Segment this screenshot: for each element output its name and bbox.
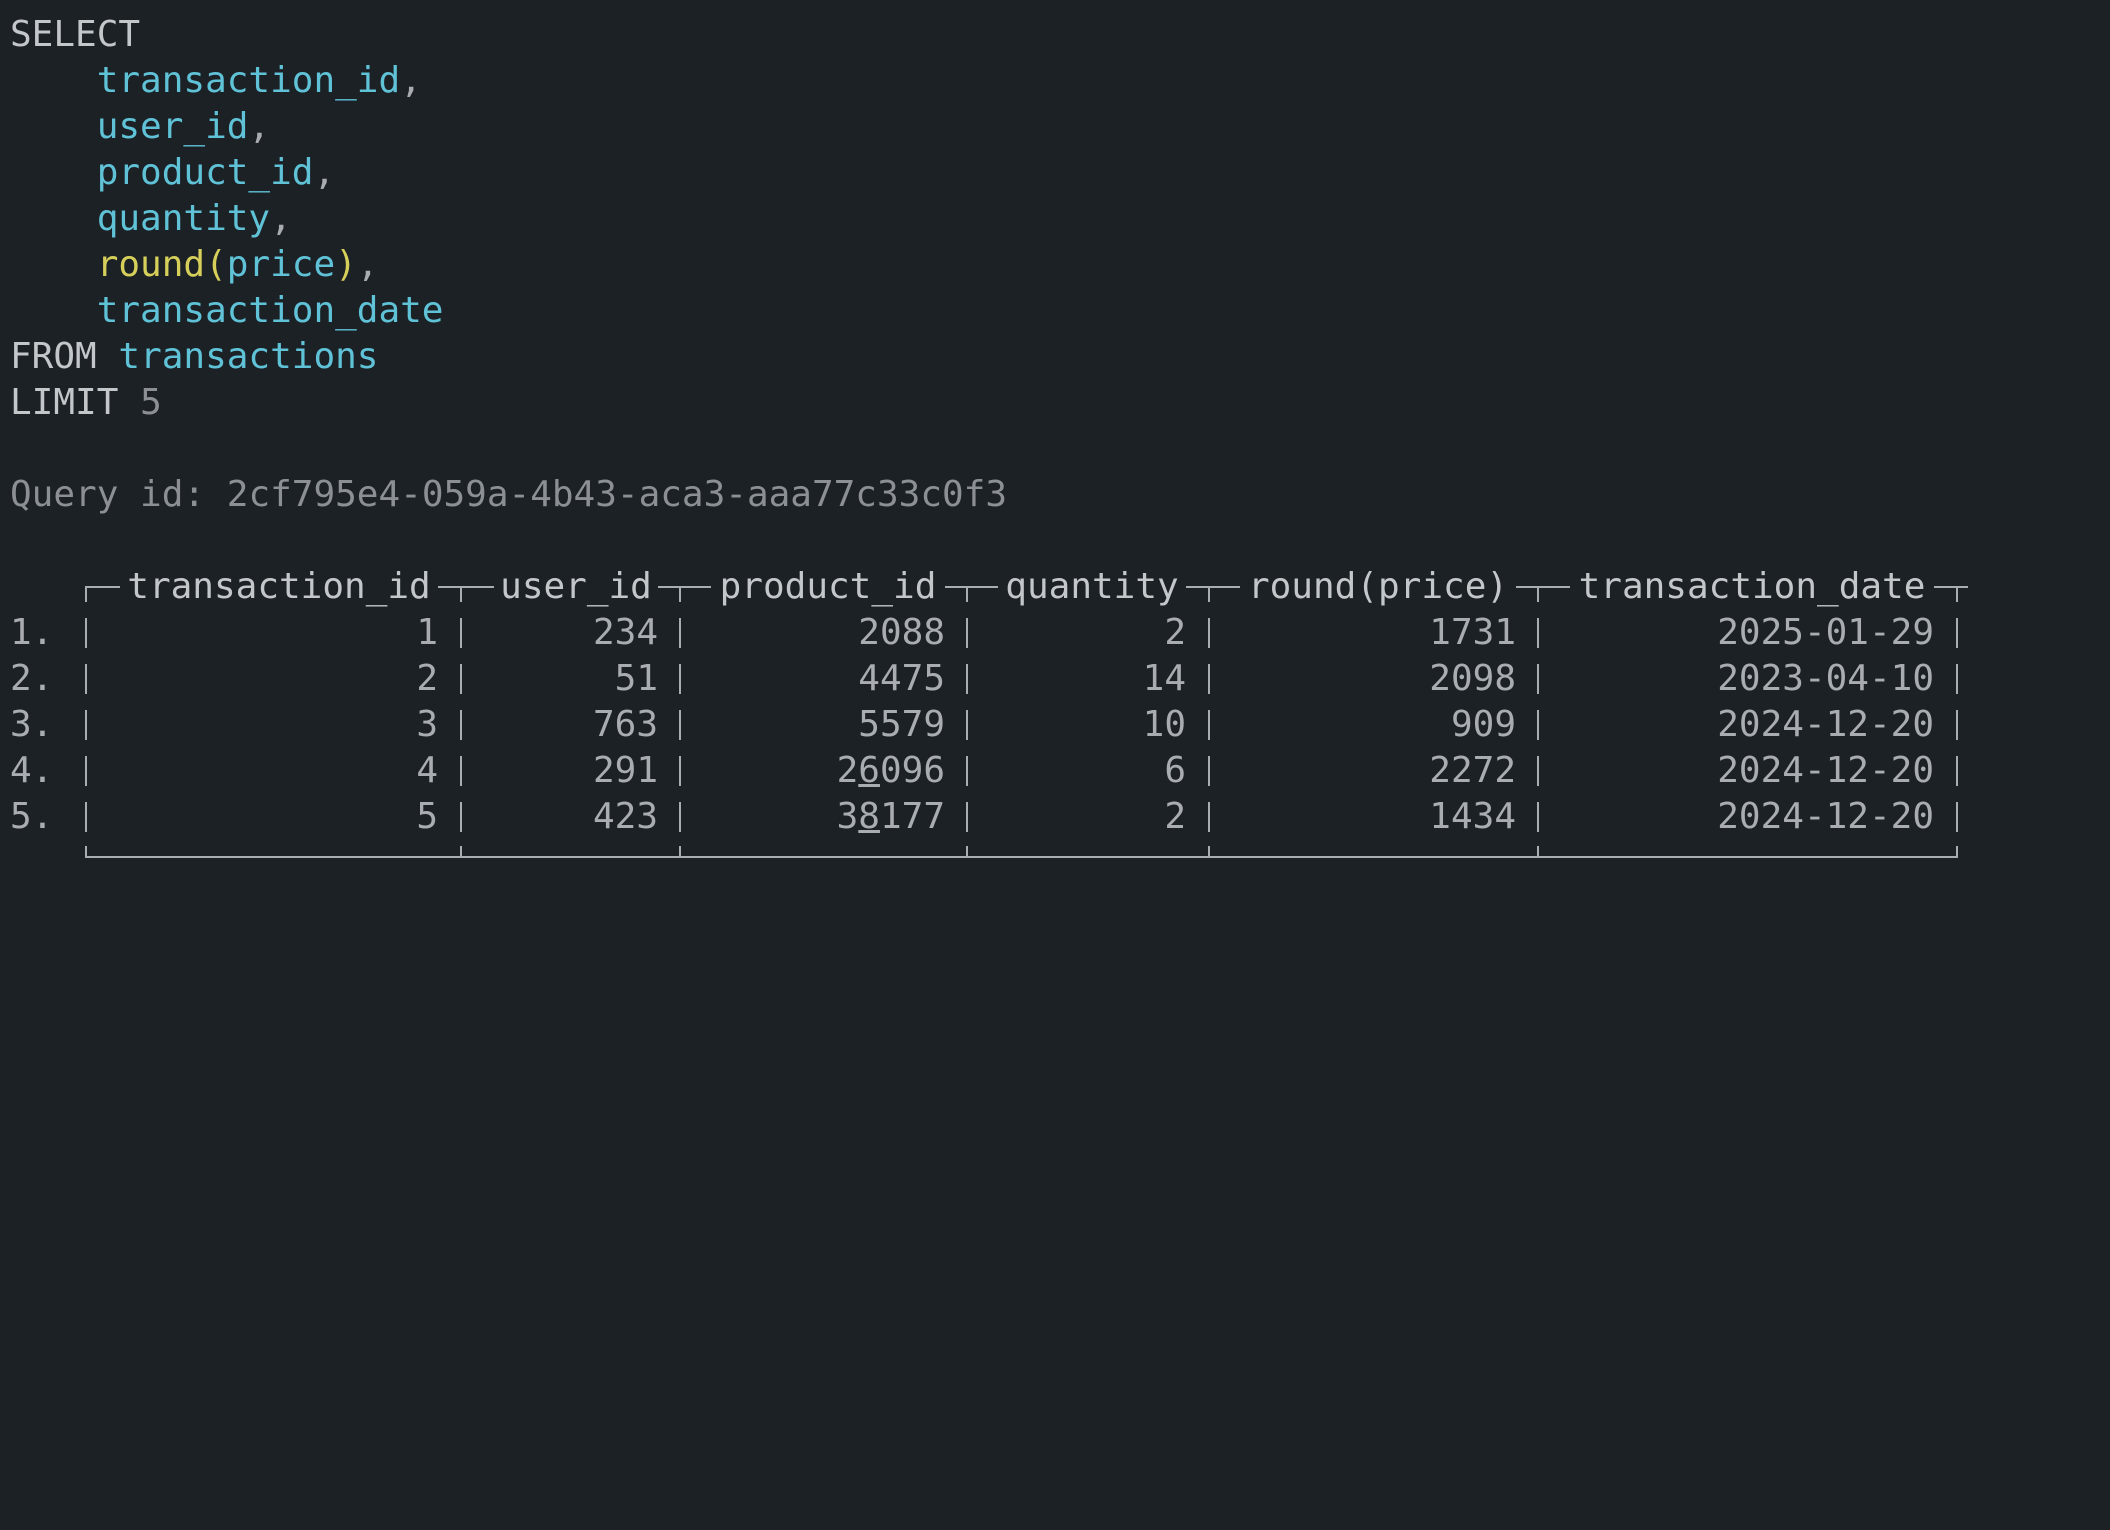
column-quantity: quantity: [96, 198, 271, 239]
sql-column-line: transaction_id,: [96, 60, 422, 101]
column-product-id: product_id: [96, 152, 314, 193]
sql-from-line: FROM transactions: [10, 334, 2100, 380]
cell-user-id: 51: [614, 658, 658, 699]
row-number: 3.: [10, 704, 54, 745]
query-id-value: 2cf795e4-059a-4b43-aca3-aaa77c33c0f3: [226, 474, 1008, 515]
cell-transaction-date: 2024-12-20: [1717, 750, 1934, 791]
cell-round-price: 2098: [1429, 658, 1516, 699]
limit-keyword: LIMIT: [10, 382, 119, 423]
from-keyword: FROM: [10, 336, 97, 377]
result-header: transaction_id user_id product_id quanti…: [10, 564, 1970, 610]
cell-transaction-id: 3: [416, 704, 438, 745]
cell-transaction-date: 2023-04-10: [1717, 658, 1934, 699]
row-number: 1.: [10, 612, 54, 653]
query-id-label: Query id:: [10, 474, 206, 515]
row-number: 4.: [10, 750, 54, 791]
cell-quantity: 6: [1164, 750, 1186, 791]
terminal-output: SELECT transaction_id, user_id, product_…: [10, 12, 2100, 518]
cell-transaction-date: 2025-01-29: [1717, 612, 1934, 653]
cell-product-id: 4475: [858, 658, 945, 699]
column-transaction-id: transaction_id: [96, 60, 401, 101]
cell-quantity: 14: [1142, 658, 1186, 699]
header-user-id: user_id: [494, 564, 658, 610]
result-footer-border: [10, 840, 1970, 870]
header-transaction-date: transaction_date: [1570, 564, 1934, 610]
table-row: 2. 2 51 4475 14 2098 2023-04-10: [10, 656, 1970, 702]
table-row: 4. 4 291 26096 6 2272 2024-12-20: [10, 748, 1970, 794]
select-keyword: SELECT: [10, 14, 141, 55]
cell-round-price: 2272: [1429, 750, 1516, 791]
cell-quantity: 10: [1142, 704, 1186, 745]
cell-transaction-id: 5: [416, 796, 438, 837]
cell-transaction-date: 2024-12-20: [1717, 796, 1934, 837]
sql-column-line: user_id,: [96, 106, 271, 147]
cell-product-id: 5579: [858, 704, 945, 745]
table-row: 3. 3 763 5579 10 909 2024-12-20: [10, 702, 1970, 748]
limit-value: 5: [140, 382, 162, 423]
cell-product-id: 26096: [836, 750, 945, 791]
cell-user-id: 234: [592, 612, 658, 653]
table-name: transactions: [118, 336, 379, 377]
result-table: transaction_id user_id product_id quanti…: [10, 564, 1970, 870]
cell-user-id: 291: [592, 750, 658, 791]
cell-transaction-id: 1: [416, 612, 438, 653]
cell-user-id: 423: [592, 796, 658, 837]
header-round-price: round(price): [1240, 564, 1516, 610]
table-row: 1. 1 234 2088 2 1731 2025-01-29: [10, 610, 1970, 656]
sql-select-line: SELECT: [10, 12, 2100, 58]
cell-transaction-id: 2: [416, 658, 438, 699]
cell-round-price: 909: [1450, 704, 1516, 745]
cell-round-price: 1434: [1429, 796, 1516, 837]
round-function: round: [96, 244, 206, 285]
row-number: 2.: [10, 658, 54, 699]
cell-product-id: 2088: [858, 612, 945, 653]
cell-transaction-date: 2024-12-20: [1717, 704, 1934, 745]
sql-column-line: quantity,: [96, 198, 292, 239]
header-quantity: quantity: [998, 564, 1186, 610]
query-id-line: Query id: 2cf795e4-059a-4b43-aca3-aaa77c…: [10, 472, 2100, 518]
sql-column-line: product_id,: [96, 152, 336, 193]
cell-user-id: 763: [592, 704, 658, 745]
cell-quantity: 2: [1164, 796, 1186, 837]
sql-limit-line: LIMIT 5: [10, 380, 2100, 426]
sql-column-line: transaction_date: [10, 288, 2100, 334]
sql-column-line: round(price),: [96, 244, 379, 285]
cell-quantity: 2: [1164, 612, 1186, 653]
cell-round-price: 1731: [1429, 612, 1516, 653]
header-product-id: product_id: [711, 564, 945, 610]
column-transaction-date: transaction_date: [96, 290, 444, 331]
cell-product-id: 38177: [836, 796, 945, 837]
column-price: price: [226, 244, 336, 285]
table-row: 5. 5 423 38177 2 1434 2024-12-20: [10, 794, 1970, 840]
row-number: 5.: [10, 796, 54, 837]
cell-transaction-id: 4: [416, 750, 438, 791]
column-user-id: user_id: [96, 106, 249, 147]
header-transaction-id: transaction_id: [120, 564, 438, 610]
